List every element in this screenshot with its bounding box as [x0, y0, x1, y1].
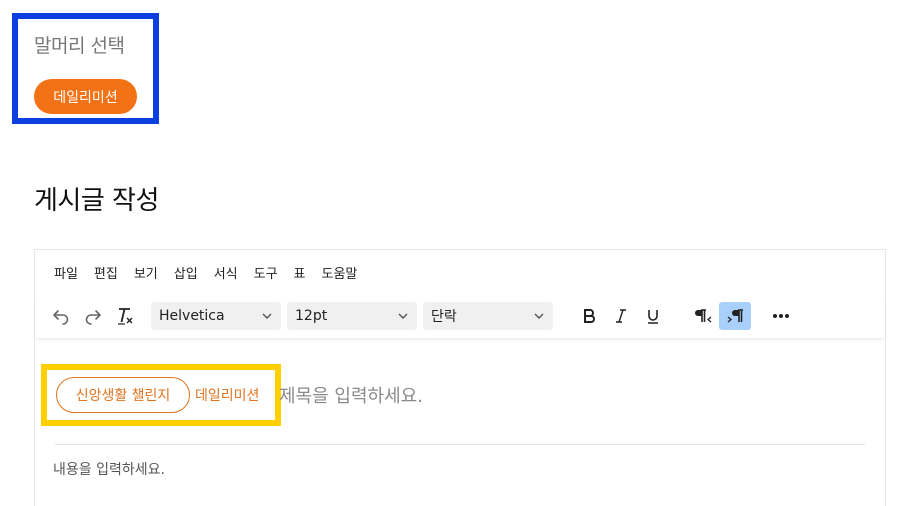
clear-formatting-icon	[118, 308, 133, 325]
underline-button[interactable]	[637, 302, 669, 330]
more-icon	[773, 314, 789, 318]
menu-help[interactable]: 도움말	[322, 263, 358, 282]
rtl-direction-button[interactable]	[719, 302, 751, 330]
title-input[interactable]	[279, 381, 779, 411]
italic-button[interactable]	[605, 302, 637, 330]
menu-tools[interactable]: 도구	[254, 263, 278, 282]
chevron-down-icon	[262, 313, 272, 319]
page-title: 게시글 작성	[34, 186, 159, 216]
redo-button[interactable]	[77, 302, 109, 330]
prefix-daily-mission-button[interactable]: 데일리미션	[34, 79, 137, 114]
paragraph-ltr-icon	[695, 309, 712, 323]
title-row: 신앙생활 챌린지 데일리미션	[41, 364, 875, 426]
prefix-selector: 말머리 선택 데일리미션	[12, 13, 159, 124]
underline-icon	[648, 310, 658, 324]
bold-icon	[584, 309, 595, 323]
challenge-chip[interactable]: 신앙생활 챌린지	[56, 377, 190, 413]
post-editor: 파일 편집 보기 삽입 서식 도구 표 도움말 Helvetica 12pt 단…	[34, 249, 886, 506]
editor-menubar: 파일 편집 보기 삽입 서식 도구 표 도움말	[35, 250, 885, 294]
menu-edit[interactable]: 편집	[94, 263, 118, 282]
divider	[55, 444, 865, 445]
ltr-direction-button[interactable]	[687, 302, 719, 330]
clear-formatting-button[interactable]	[109, 302, 141, 330]
block-format-select[interactable]: 단락	[423, 302, 553, 330]
paragraph-rtl-icon	[727, 309, 743, 323]
editor-toolbar: Helvetica 12pt 단락	[35, 294, 885, 338]
font-size-value: 12pt	[295, 308, 328, 324]
italic-icon	[616, 309, 626, 323]
prefix-title: 말머리 선택	[34, 35, 125, 57]
daily-mission-label: 데일리미션	[195, 388, 260, 404]
chevron-down-icon	[398, 313, 408, 319]
undo-icon	[53, 310, 69, 325]
menu-format[interactable]: 서식	[214, 263, 238, 282]
more-options-button[interactable]	[765, 302, 797, 330]
undo-button[interactable]	[45, 302, 77, 330]
block-format-value: 단락	[431, 309, 457, 325]
content-input[interactable]	[53, 458, 833, 482]
menu-view[interactable]: 보기	[134, 263, 158, 282]
chevron-down-icon	[534, 313, 544, 319]
menu-table[interactable]: 표	[294, 263, 306, 282]
menu-file[interactable]: 파일	[54, 263, 78, 282]
bold-button[interactable]	[573, 302, 605, 330]
font-family-select[interactable]: Helvetica	[151, 302, 281, 330]
redo-icon	[85, 310, 101, 325]
font-size-select[interactable]: 12pt	[287, 302, 417, 330]
menu-insert[interactable]: 삽입	[174, 263, 198, 282]
font-family-value: Helvetica	[159, 308, 225, 324]
